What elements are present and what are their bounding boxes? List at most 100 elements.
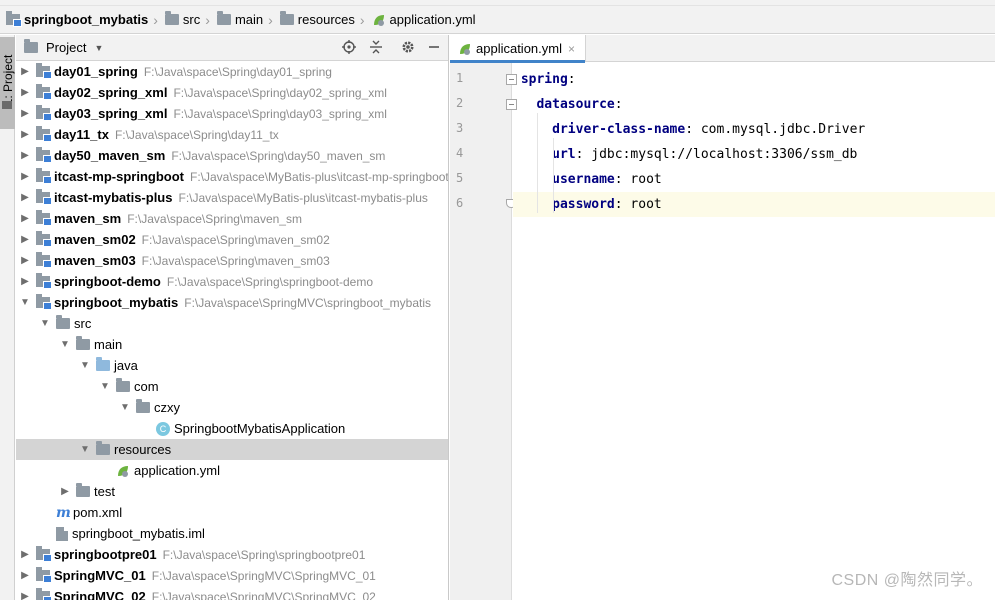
tree-item-name: maven_sm02 xyxy=(54,232,136,247)
tree-item-path: F:\Java\space\Spring\maven_sm xyxy=(127,211,302,226)
project-panel-header: Project ▼ xyxy=(16,35,448,61)
breadcrumb-item[interactable]: src xyxy=(163,9,202,31)
tree-item[interactable]: m pom.xml xyxy=(16,502,448,523)
chevron-right-icon[interactable]: ▶ xyxy=(60,486,70,497)
gutter-line: 2 xyxy=(450,92,517,117)
code-line[interactable]: url: jdbc:mysql://localhost:3306/ssm_db xyxy=(513,142,995,167)
tree-item[interactable]: ▶ SpringMVC_02 F:\Java\space\SpringMVC\Spr… xyxy=(16,586,448,600)
tree-item-path: F:\Java\space\Spring\day01_spring xyxy=(143,64,332,79)
code-line[interactable]: password: root xyxy=(513,192,995,217)
code-line[interactable]: driver-class-name: com.mysql.jdbc.Driver xyxy=(513,117,995,142)
folder-icon xyxy=(76,483,90,497)
tree-item-name: springboot-demo xyxy=(54,274,161,289)
project-tool-tab[interactable]: 1: Project xyxy=(0,37,15,129)
tree-item[interactable]: ▼ resources xyxy=(16,439,448,460)
chevron-right-icon[interactable]: ▶ xyxy=(20,108,30,119)
watermark: CSDN @陶然同学。 xyxy=(831,572,983,589)
chevron-right-icon[interactable]: ▶ xyxy=(20,570,30,581)
chevron-right-icon[interactable]: ▶ xyxy=(20,213,30,224)
left-tool-strip: 1: Project xyxy=(0,35,15,600)
chevron-right-icon[interactable]: ▶ xyxy=(20,255,30,266)
chevron-right-icon[interactable]: ▶ xyxy=(20,129,30,140)
minimize-icon[interactable] xyxy=(426,40,442,56)
tree-item[interactable]: ▶ day01_spring F:\Java\space\Spring\day01_… xyxy=(16,61,448,82)
editor-tab-bar: application.yml × xyxy=(450,35,995,63)
tree-item[interactable]: ▶ itcast-mybatis-plus F:\Java\space\MyBati… xyxy=(16,187,448,208)
tree-item-name: SpringMVC_01 xyxy=(54,568,146,583)
code-line[interactable]: username: root xyxy=(513,167,995,192)
tree-item[interactable]: ▼ com xyxy=(16,376,448,397)
chevron-right-icon[interactable]: ▶ xyxy=(20,549,30,560)
chevron-down-icon[interactable]: ▼ xyxy=(40,318,50,329)
tree-item[interactable]: ▶ SpringMVC_01 F:\Java\space\SpringMVC\Spr… xyxy=(16,565,448,586)
chevron-right-icon[interactable]: ▶ xyxy=(20,276,30,287)
maven-file-icon: m xyxy=(56,504,71,521)
tree-item[interactable]: ▶ maven_sm02 F:\Java\space\Spring\maven_sm… xyxy=(16,229,448,250)
tree-item[interactable]: ▼ src xyxy=(16,313,448,334)
chevron-down-icon[interactable]: ▼ xyxy=(94,43,103,53)
breadcrumb-label: src xyxy=(182,12,201,27)
breadcrumb-item[interactable]: main xyxy=(215,9,265,31)
breadcrumb-separator-icon: › xyxy=(268,11,273,28)
tree-item[interactable]: ▼ czxy xyxy=(16,397,448,418)
chevron-right-icon[interactable]: ▶ xyxy=(20,591,30,600)
line-number: 2 xyxy=(456,96,464,110)
breadcrumb-item[interactable]: springboot_mybatis xyxy=(4,9,150,31)
tree-item-path: F:\Java\space\SpringMVC\springboot_mybat… xyxy=(184,295,432,310)
module-folder-icon xyxy=(36,168,52,184)
tree-item[interactable]: ▶ maven_sm03 F:\Java\space\Spring\maven_sm… xyxy=(16,250,448,271)
tree-item[interactable]: ▶ test xyxy=(16,481,448,502)
yml-file-icon xyxy=(118,465,128,477)
yaml-colon: : xyxy=(685,122,694,137)
chevron-right-icon[interactable]: ▶ xyxy=(20,171,30,182)
breadcrumb-item[interactable]: resources xyxy=(278,9,357,31)
yml-file-icon xyxy=(373,14,384,26)
tree-item[interactable]: C SpringbootMybatisApplication xyxy=(16,418,448,439)
tree-item[interactable]: ▶ itcast-mp-springboot F:\Java\space\MyBat… xyxy=(16,166,448,187)
module-folder-icon xyxy=(36,252,52,268)
tree-item[interactable]: ▼ main xyxy=(16,334,448,355)
tree-item[interactable]: ▶ day11_tx F:\Java\space\Spring\day11_tx xyxy=(16,124,448,145)
tree-item[interactable]: application.yml xyxy=(16,460,448,481)
yaml-value: root xyxy=(630,172,662,187)
chevron-down-icon[interactable]: ▼ xyxy=(120,402,130,413)
project-view-icon xyxy=(24,39,38,53)
chevron-right-icon[interactable]: ▶ xyxy=(20,87,30,98)
tree-item[interactable]: ▶ springbootpre01 F:\Java\space\Spring\spr… xyxy=(16,544,448,565)
folder-icon xyxy=(56,315,70,329)
chevron-right-icon[interactable]: ▶ xyxy=(20,234,30,245)
chevron-right-icon[interactable]: ▶ xyxy=(20,192,30,203)
breadcrumb-label: application.yml xyxy=(389,12,476,27)
editor-area: application.yml × 1 2 3 4 5 6 spring: datasou… xyxy=(450,35,995,600)
tree-item[interactable]: ▶ maven_sm F:\Java\space\Spring\maven_sm xyxy=(16,208,448,229)
close-icon[interactable]: × xyxy=(568,42,575,56)
chevron-down-icon[interactable]: ▼ xyxy=(80,360,90,371)
code-line[interactable]: spring: xyxy=(513,67,995,92)
chevron-down-icon[interactable]: ▼ xyxy=(80,444,90,455)
tree-item-name: czxy xyxy=(154,400,180,415)
code-line[interactable]: datasource: xyxy=(513,92,995,117)
gear-icon[interactable] xyxy=(400,40,416,56)
tree-item[interactable]: ▼ java xyxy=(16,355,448,376)
tree-item[interactable]: ▶ day50_maven_sm F:\Java\space\Spring\day5… xyxy=(16,145,448,166)
chevron-down-icon[interactable]: ▼ xyxy=(20,297,30,308)
yaml-key: url xyxy=(552,147,576,162)
tree-item[interactable]: ▶ springboot-demo F:\Java\space\Spring\spr… xyxy=(16,271,448,292)
tree-item[interactable]: ▶ day03_spring_xml F:\Java\space\Spring\da… xyxy=(16,103,448,124)
breadcrumb-item[interactable]: application.yml xyxy=(370,9,478,31)
breadcrumb-label: main xyxy=(234,12,264,27)
project-view-selector[interactable]: Project xyxy=(46,40,86,55)
tree-item[interactable]: ▶ day02_spring_xml F:\Java\space\Spring\da… xyxy=(16,82,448,103)
chevron-down-icon[interactable]: ▼ xyxy=(100,381,110,392)
chevron-right-icon[interactable]: ▶ xyxy=(20,66,30,77)
folder-icon xyxy=(216,11,231,25)
collapse-all-icon[interactable] xyxy=(368,40,384,56)
tree-item[interactable]: springboot_mybatis.iml xyxy=(16,523,448,544)
locate-file-icon[interactable] xyxy=(341,40,357,56)
chevron-down-icon[interactable]: ▼ xyxy=(60,339,70,350)
module-folder-icon xyxy=(36,294,52,310)
chevron-right-icon[interactable]: ▶ xyxy=(20,150,30,161)
tree-item[interactable]: ▼ springboot_mybatis F:\Java\space\SpringM… xyxy=(16,292,448,313)
editor-tab-application-yml[interactable]: application.yml × xyxy=(450,35,586,63)
